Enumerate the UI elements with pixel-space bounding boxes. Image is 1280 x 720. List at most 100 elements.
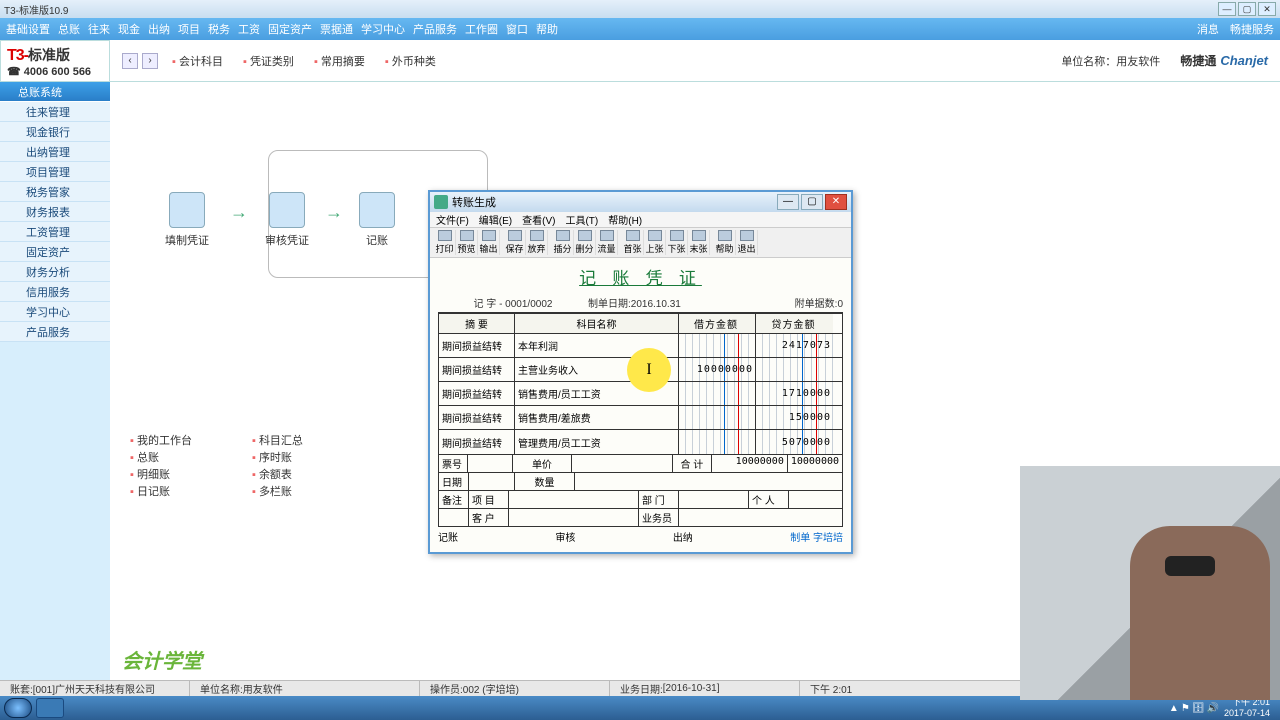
- dlg-menu-item[interactable]: 工具(T): [565, 212, 598, 227]
- minimize-button[interactable]: —: [1218, 2, 1236, 16]
- link-item[interactable]: 序时账: [252, 449, 303, 465]
- menu-item[interactable]: 总账: [58, 21, 80, 37]
- dialog-maximize-button[interactable]: ▢: [801, 194, 823, 210]
- tray-icon[interactable]: 🗄: [1192, 703, 1205, 714]
- tool-exit[interactable]: 退出: [736, 230, 758, 255]
- tool-preview[interactable]: 预览: [456, 230, 478, 255]
- flow-node-fill[interactable]: 填制凭证: [155, 192, 219, 248]
- toolbar-link[interactable]: 会计科目: [172, 53, 223, 69]
- sidebar-item[interactable]: 税务管家: [0, 182, 110, 202]
- menu-service[interactable]: 畅捷服务: [1230, 24, 1274, 36]
- menu-item[interactable]: 票据通: [320, 21, 353, 37]
- cell-debit[interactable]: [679, 382, 756, 405]
- menu-item[interactable]: 固定资产: [268, 21, 312, 37]
- menu-item[interactable]: 工作圈: [465, 21, 498, 37]
- close-button[interactable]: ✕: [1258, 2, 1276, 16]
- menu-item[interactable]: 基础设置: [6, 21, 50, 37]
- link-item[interactable]: 多栏账: [252, 483, 303, 499]
- sidebar-item[interactable]: 财务报表: [0, 202, 110, 222]
- menu-item[interactable]: 产品服务: [413, 21, 457, 37]
- tool-save[interactable]: 保存: [504, 230, 526, 255]
- flow-node-post[interactable]: 记账: [345, 192, 409, 248]
- sidebar-item[interactable]: 固定资产: [0, 242, 110, 262]
- flow-node-audit[interactable]: 审核凭证: [255, 192, 319, 248]
- dlg-menu-item[interactable]: 帮助(H): [608, 212, 642, 227]
- cell-credit[interactable]: 2417073: [756, 334, 833, 357]
- tool-delete-row[interactable]: 删分: [574, 230, 596, 255]
- link-item[interactable]: 余额表: [252, 466, 303, 482]
- menu-item[interactable]: 现金: [118, 21, 140, 37]
- link-item[interactable]: 总账: [130, 449, 192, 465]
- toolbar-link[interactable]: 凭证类别: [243, 53, 294, 69]
- cell-subject[interactable]: 主营业务收入 I: [515, 358, 679, 381]
- cell-credit[interactable]: 150000: [756, 406, 833, 429]
- taskbar-app-button[interactable]: [36, 698, 64, 718]
- cell-summary[interactable]: 期间损益结转: [439, 382, 515, 405]
- voucher-seq[interactable]: - 0001/0002: [499, 299, 552, 310]
- cell-summary[interactable]: 期间损益结转: [439, 406, 515, 429]
- sidebar-item[interactable]: 现金银行: [0, 122, 110, 142]
- toolbar-link[interactable]: 常用摘要: [314, 53, 365, 69]
- tool-flow[interactable]: 流量: [596, 230, 618, 255]
- cell-debit[interactable]: [679, 334, 756, 357]
- link-item[interactable]: 日记账: [130, 483, 192, 499]
- sidebar-item[interactable]: 学习中心: [0, 302, 110, 322]
- sidebar-item[interactable]: 项目管理: [0, 162, 110, 182]
- voucher-date[interactable]: 2016.10.31: [631, 299, 681, 310]
- attach-count[interactable]: 0: [837, 299, 843, 310]
- start-button[interactable]: [4, 698, 32, 718]
- menu-item[interactable]: 工资: [238, 21, 260, 37]
- sidebar-item[interactable]: 出纳管理: [0, 142, 110, 162]
- cell-summary[interactable]: 期间损益结转: [439, 358, 515, 381]
- cell-summary[interactable]: 期间损益结转: [439, 334, 515, 357]
- cell-debit[interactable]: [679, 406, 756, 429]
- cell-credit[interactable]: 5070000: [756, 430, 833, 454]
- tool-print[interactable]: 打印: [434, 230, 456, 255]
- system-tray[interactable]: ▲⚑🗄🔊 下午 2:012017-07-14: [1168, 697, 1276, 719]
- sidebar-header[interactable]: 总账系统: [0, 82, 110, 102]
- cell-subject[interactable]: 管理费用/员工工资: [515, 430, 679, 454]
- tool-insert-row[interactable]: 插分: [552, 230, 574, 255]
- tool-export[interactable]: 输出: [478, 230, 500, 255]
- menu-item[interactable]: 项目: [178, 21, 200, 37]
- menu-item[interactable]: 往来: [88, 21, 110, 37]
- tool-prev[interactable]: 上张: [644, 230, 666, 255]
- menu-item[interactable]: 窗口: [506, 21, 528, 37]
- cell-credit[interactable]: [756, 358, 833, 381]
- dialog-close-button[interactable]: ✕: [825, 194, 847, 210]
- sidebar-item[interactable]: 财务分析: [0, 262, 110, 282]
- tray-icon[interactable]: ⚑: [1181, 703, 1190, 714]
- sidebar-item[interactable]: 往来管理: [0, 102, 110, 122]
- sidebar-item[interactable]: 工资管理: [0, 222, 110, 242]
- link-item[interactable]: 我的工作台: [130, 432, 192, 448]
- maximize-button[interactable]: ▢: [1238, 2, 1256, 16]
- sidebar-item[interactable]: 产品服务: [0, 322, 110, 342]
- menu-item[interactable]: 帮助: [536, 21, 558, 37]
- link-item[interactable]: 科目汇总: [252, 432, 303, 448]
- dlg-menu-item[interactable]: 编辑(E): [479, 212, 512, 227]
- cell-debit[interactable]: [679, 430, 756, 454]
- tool-discard[interactable]: 放弃: [526, 230, 548, 255]
- nav-fwd-button[interactable]: ›: [142, 53, 158, 69]
- menu-messages[interactable]: 消息: [1197, 24, 1219, 36]
- tool-next[interactable]: 下张: [666, 230, 688, 255]
- tool-last[interactable]: 末张: [688, 230, 710, 255]
- tool-first[interactable]: 首张: [622, 230, 644, 255]
- dialog-minimize-button[interactable]: —: [777, 194, 799, 210]
- menu-item[interactable]: 出纳: [148, 21, 170, 37]
- nav-back-button[interactable]: ‹: [122, 53, 138, 69]
- dlg-menu-item[interactable]: 查看(V): [522, 212, 555, 227]
- cell-credit[interactable]: 1710000: [756, 382, 833, 405]
- cell-debit[interactable]: 10000000: [679, 358, 756, 381]
- menu-item[interactable]: 税务: [208, 21, 230, 37]
- dialog-titlebar[interactable]: 转账生成 — ▢ ✕: [430, 192, 851, 212]
- toolbar-link[interactable]: 外币种类: [385, 53, 436, 69]
- cell-summary[interactable]: 期间损益结转: [439, 430, 515, 454]
- sidebar-item[interactable]: 信用服务: [0, 282, 110, 302]
- tray-icon[interactable]: 🔊: [1207, 703, 1219, 714]
- cell-subject[interactable]: 销售费用/差旅费: [515, 406, 679, 429]
- dlg-menu-item[interactable]: 文件(F): [436, 212, 469, 227]
- tool-help[interactable]: 帮助: [714, 230, 736, 255]
- menu-item[interactable]: 学习中心: [361, 21, 405, 37]
- link-item[interactable]: 明细账: [130, 466, 192, 482]
